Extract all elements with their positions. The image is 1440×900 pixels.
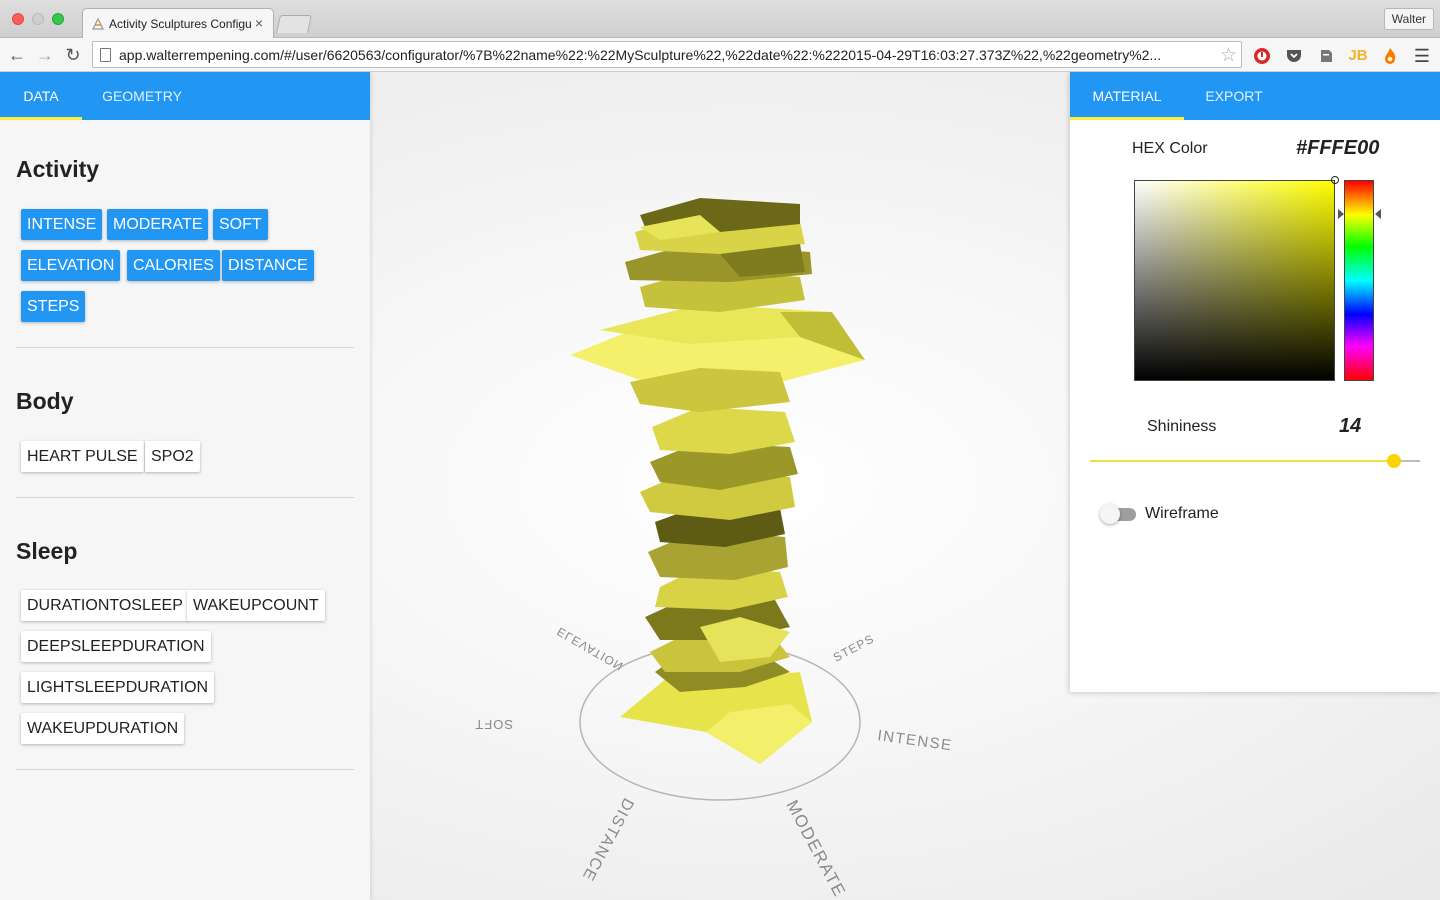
chip-elevation[interactable]: ELEVATION bbox=[21, 250, 121, 281]
reload-icon[interactable]: ↻ bbox=[62, 44, 84, 66]
fire-extension-icon[interactable] bbox=[1380, 46, 1400, 66]
jetbrains-extension-icon[interactable]: JB bbox=[1348, 46, 1368, 66]
wireframe-label: Wireframe bbox=[1145, 505, 1219, 522]
hex-color-value[interactable]: #FFFE00 bbox=[1296, 137, 1379, 160]
chip-soft[interactable]: SOFT bbox=[213, 209, 268, 240]
back-arrow-icon[interactable]: ← bbox=[6, 44, 28, 66]
shininess-value: 14 bbox=[1339, 415, 1362, 437]
wireframe-toggle-thumb[interactable] bbox=[1100, 504, 1120, 524]
new-tab-button[interactable] bbox=[276, 15, 312, 33]
sculpture-mesh bbox=[570, 198, 865, 764]
browser-titlebar: Activity Sculptures Configu × Walter bbox=[0, 0, 1440, 39]
app-viewport: ELEVATION STEPS SOFT INTENSE DISTANCE MO… bbox=[0, 72, 1440, 900]
section-divider bbox=[16, 347, 354, 348]
chip-calories[interactable]: CALORIES bbox=[127, 250, 220, 281]
hex-color-label: HEX Color bbox=[1132, 140, 1208, 157]
pocket-extension-icon[interactable] bbox=[1284, 46, 1304, 66]
minimize-window-button[interactable] bbox=[32, 13, 44, 25]
chip-durationtosleep[interactable]: DURATIONTOSLEEP bbox=[21, 590, 189, 621]
profile-button[interactable]: Walter bbox=[1383, 8, 1434, 30]
forward-arrow-icon[interactable]: → bbox=[34, 44, 56, 66]
close-tab-icon[interactable]: × bbox=[255, 14, 263, 32]
tab-material[interactable]: MATERIAL bbox=[1070, 72, 1184, 120]
hue-pointer-left-icon bbox=[1338, 209, 1344, 219]
shininess-slider-thumb[interactable] bbox=[1386, 454, 1401, 468]
chip-deepsleepduration[interactable]: DEEPSLEEPDURATION bbox=[21, 631, 211, 662]
page-icon bbox=[100, 48, 111, 62]
zoom-window-button[interactable] bbox=[52, 13, 64, 25]
browser-tab[interactable]: Activity Sculptures Configu × bbox=[82, 8, 274, 39]
axis-label-distance: DISTANCE bbox=[578, 795, 636, 884]
close-window-button[interactable] bbox=[12, 13, 24, 25]
section-divider bbox=[16, 497, 354, 498]
browser-toolbar: ← → ↻ app.walterrempening.com/#/user/662… bbox=[0, 38, 1440, 72]
section-divider bbox=[16, 769, 354, 770]
star-icon[interactable]: ☆ bbox=[1220, 44, 1237, 67]
axis-label-moderate: MODERATE bbox=[782, 797, 849, 900]
shininess-slider-track[interactable] bbox=[1090, 460, 1394, 462]
axis-label-elevation: ELEVATION bbox=[555, 624, 627, 673]
axis-label-steps: STEPS bbox=[831, 631, 877, 664]
chip-moderate[interactable]: MODERATE bbox=[107, 209, 209, 240]
axis-label-soft: SOFT bbox=[474, 717, 513, 732]
chip-wakeupduration[interactable]: WAKEUPDURATION bbox=[21, 713, 185, 744]
url-text[interactable]: app.walterrempening.com/#/user/6620563/c… bbox=[119, 47, 1209, 63]
browser-tab-title: Activity Sculptures Configu bbox=[109, 17, 252, 31]
chip-distance[interactable]: DISTANCE bbox=[222, 250, 314, 281]
saturation-value-picker[interactable] bbox=[1134, 176, 1339, 381]
data-panel-tabs: DATA GEOMETRY bbox=[0, 72, 370, 120]
tab-data[interactable]: DATA bbox=[0, 72, 82, 120]
section-title-body: Body bbox=[16, 388, 74, 414]
material-panel-tabs: MATERIAL EXPORT bbox=[1070, 72, 1440, 120]
chip-intense[interactable]: INTENSE bbox=[21, 209, 103, 240]
chip-spo2[interactable]: SPO2 bbox=[145, 441, 200, 472]
hamburger-menu-icon[interactable]: ☰ bbox=[1412, 46, 1432, 66]
adblock-extension-icon[interactable] bbox=[1252, 46, 1272, 66]
axis-label-intense: INTENSE bbox=[876, 727, 953, 754]
section-title-sleep: Sleep bbox=[16, 538, 78, 564]
address-bar[interactable]: app.walterrempening.com/#/user/6620563/c… bbox=[92, 41, 1242, 68]
color-picker-handle[interactable] bbox=[1331, 176, 1339, 184]
tab-geometry[interactable]: GEOMETRY bbox=[82, 72, 202, 120]
data-panel: DATA GEOMETRY Activity INTENSE MODERATE … bbox=[0, 72, 370, 900]
section-title-activity: Activity bbox=[16, 156, 100, 182]
hue-pointer-right-icon bbox=[1375, 209, 1381, 219]
chip-lightsleepduration[interactable]: LIGHTSLEEPDURATION bbox=[21, 672, 215, 703]
chip-wakeupcount[interactable]: WAKEUPCOUNT bbox=[187, 590, 325, 621]
material-panel: MATERIAL EXPORT HEX Color #FFFE00 Shinin… bbox=[1070, 72, 1440, 692]
evernote-extension-icon[interactable] bbox=[1316, 46, 1336, 66]
tab-export[interactable]: EXPORT bbox=[1184, 72, 1284, 120]
shininess-label: Shininess bbox=[1147, 418, 1217, 435]
hue-slider[interactable] bbox=[1344, 180, 1374, 381]
sculpture-favicon-icon bbox=[92, 17, 104, 30]
chip-steps[interactable]: STEPS bbox=[21, 291, 86, 322]
chip-heart-pulse[interactable]: HEART PULSE bbox=[21, 441, 144, 472]
